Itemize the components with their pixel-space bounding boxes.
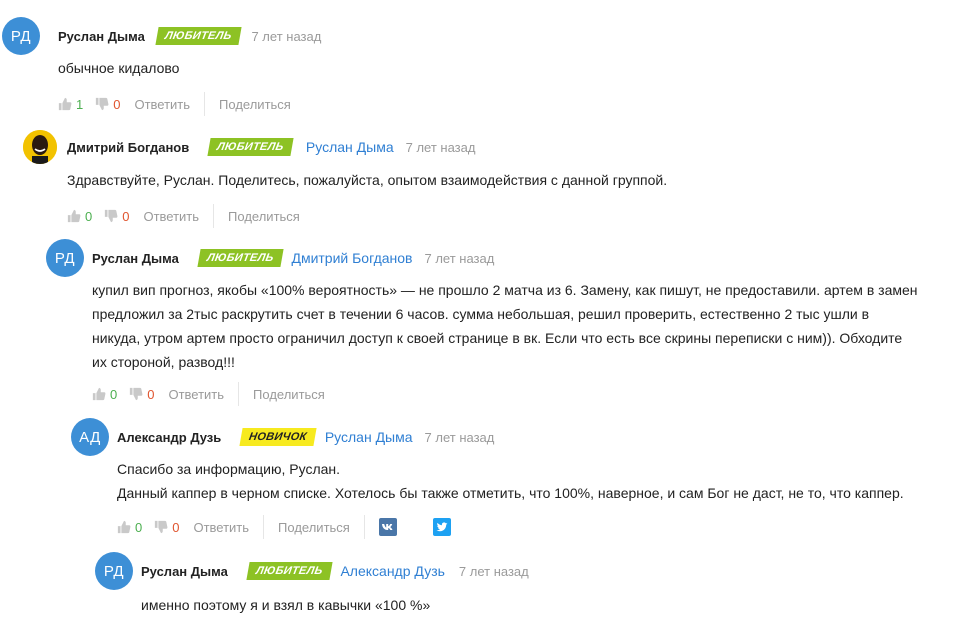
author-name[interactable]: Руслан Дыма xyxy=(92,251,179,266)
like-count: 0 xyxy=(85,208,93,224)
avatar[interactable]: РД xyxy=(2,17,40,55)
comment-actions: 0 0 Ответить Поделиться xyxy=(67,204,300,228)
thumbs-down-icon xyxy=(96,97,109,111)
comment-text: обычное кидалово xyxy=(58,60,180,76)
twitter-icon xyxy=(436,522,448,532)
dislike-count: 0 xyxy=(113,96,121,112)
timestamp: 7 лет назад xyxy=(458,563,529,579)
divider xyxy=(204,92,206,116)
avatar[interactable]: РД xyxy=(46,239,84,277)
avatar[interactable]: АД xyxy=(71,418,109,456)
comment-text: Спасибо за информацию, Руслан. Данный ка… xyxy=(117,461,904,501)
status-badge: НОВИЧОК xyxy=(239,428,317,446)
author-name[interactable]: Руслан Дыма xyxy=(141,564,228,579)
comment-header: Руслан Дыма ЛЮБИТЕЛЬ Александр Дузь 7 ле… xyxy=(141,562,529,580)
reply-button[interactable]: Ответить xyxy=(143,209,199,224)
author-name[interactable]: Дмитрий Богданов xyxy=(67,140,189,155)
vk-share-button[interactable] xyxy=(378,518,397,536)
divider xyxy=(363,515,365,539)
divider xyxy=(213,204,215,228)
reply-to-link[interactable]: Дмитрий Богданов xyxy=(291,250,412,266)
timestamp: 7 лет назад xyxy=(251,28,322,44)
thumbs-down-icon xyxy=(105,209,118,223)
dislike-count: 0 xyxy=(147,386,155,402)
thumbs-down-icon xyxy=(155,520,168,534)
comment-text: Здравствуйте, Руслан. Поделитесь, пожалу… xyxy=(67,172,668,188)
comment-header: Руслан Дыма ЛЮБИТЕЛЬ 7 лет назад xyxy=(58,27,321,45)
thumbs-up-icon xyxy=(117,520,131,534)
author-name[interactable]: Руслан Дыма xyxy=(58,29,145,44)
vk-icon xyxy=(381,524,393,530)
twitter-share-button[interactable] xyxy=(432,518,451,536)
comment-text: купил вип прогноз, якобы «100% вероятнос… xyxy=(92,282,918,370)
comment-actions: 0 0 Ответить Поделиться xyxy=(117,515,451,539)
status-badge: ЛЮБИТЕЛЬ xyxy=(246,562,333,580)
dislike-button[interactable]: 0 xyxy=(95,97,120,112)
like-button[interactable]: 1 xyxy=(58,97,83,112)
comment-header: Александр Дузь НОВИЧОК Руслан Дыма 7 лет… xyxy=(117,428,494,446)
dislike-button[interactable]: 0 xyxy=(104,209,129,224)
share-button[interactable]: Поделиться xyxy=(219,97,291,112)
status-badge: ЛЮБИТЕЛЬ xyxy=(155,27,242,45)
like-button[interactable]: 0 xyxy=(67,209,92,224)
reply-button[interactable]: Ответить xyxy=(168,387,224,402)
dislike-count: 0 xyxy=(122,208,130,224)
comment-actions: 0 0 Ответить Поделиться xyxy=(92,382,325,406)
share-button[interactable]: Поделиться xyxy=(253,387,325,402)
author-name[interactable]: Александр Дузь xyxy=(117,430,221,445)
share-button[interactable]: Поделиться xyxy=(228,209,300,224)
like-count: 0 xyxy=(110,386,118,402)
comment-actions: 1 0 Ответить Поделиться xyxy=(58,92,291,116)
timestamp: 7 лет назад xyxy=(424,429,495,445)
thumbs-up-icon xyxy=(92,387,106,401)
like-count: 1 xyxy=(76,96,84,112)
timestamp: 7 лет назад xyxy=(424,250,495,266)
dislike-count: 0 xyxy=(172,519,180,535)
comment-header: Дмитрий Богданов ЛЮБИТЕЛЬ Руслан Дыма 7 … xyxy=(67,138,475,156)
avatar[interactable]: РД xyxy=(95,552,133,590)
dislike-button[interactable]: 0 xyxy=(129,387,154,402)
comment-header: Руслан Дыма ЛЮБИТЕЛЬ Дмитрий Богданов 7 … xyxy=(92,249,494,267)
divider xyxy=(238,382,240,406)
like-button[interactable]: 0 xyxy=(92,387,117,402)
reply-to-link[interactable]: Руслан Дыма xyxy=(325,429,413,445)
like-count: 0 xyxy=(135,519,143,535)
reply-button[interactable]: Ответить xyxy=(193,520,249,535)
reply-to-link[interactable]: Александр Дузь xyxy=(340,563,444,579)
thumbs-up-icon xyxy=(67,209,81,223)
divider xyxy=(263,515,265,539)
reply-button[interactable]: Ответить xyxy=(134,97,190,112)
status-badge: ЛЮБИТЕЛЬ xyxy=(197,249,284,267)
thumbs-up-icon xyxy=(58,97,72,111)
status-badge: ЛЮБИТЕЛЬ xyxy=(207,138,294,156)
share-button[interactable]: Поделиться xyxy=(278,520,350,535)
dislike-button[interactable]: 0 xyxy=(154,520,179,535)
reply-to-link[interactable]: Руслан Дыма xyxy=(306,139,394,155)
thumbs-down-icon xyxy=(130,387,143,401)
like-button[interactable]: 0 xyxy=(117,520,142,535)
timestamp: 7 лет назад xyxy=(405,139,476,155)
comment-text: именно поэтому я и взял в кавычки «100 %… xyxy=(141,597,431,613)
avatar[interactable] xyxy=(23,130,57,164)
